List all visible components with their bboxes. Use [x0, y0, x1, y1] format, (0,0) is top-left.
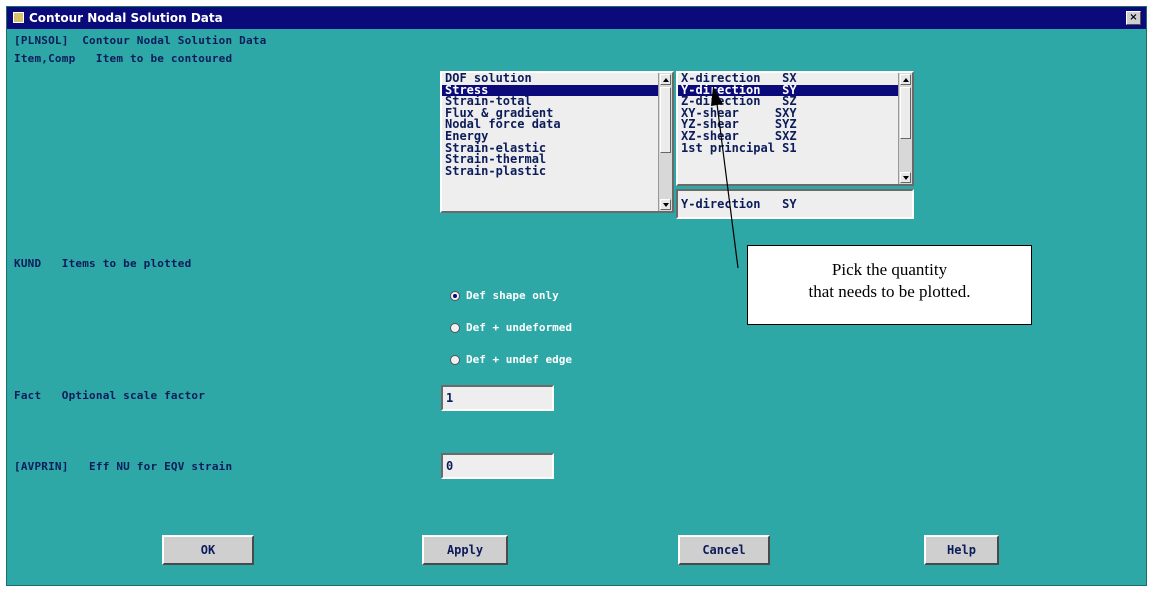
annotation-line-1: Pick the quantity [831, 260, 948, 279]
annotation-callout: Pick the quantity that needs to be plott… [747, 245, 1032, 325]
annotation-line-2: that needs to be plotted. [808, 282, 971, 301]
